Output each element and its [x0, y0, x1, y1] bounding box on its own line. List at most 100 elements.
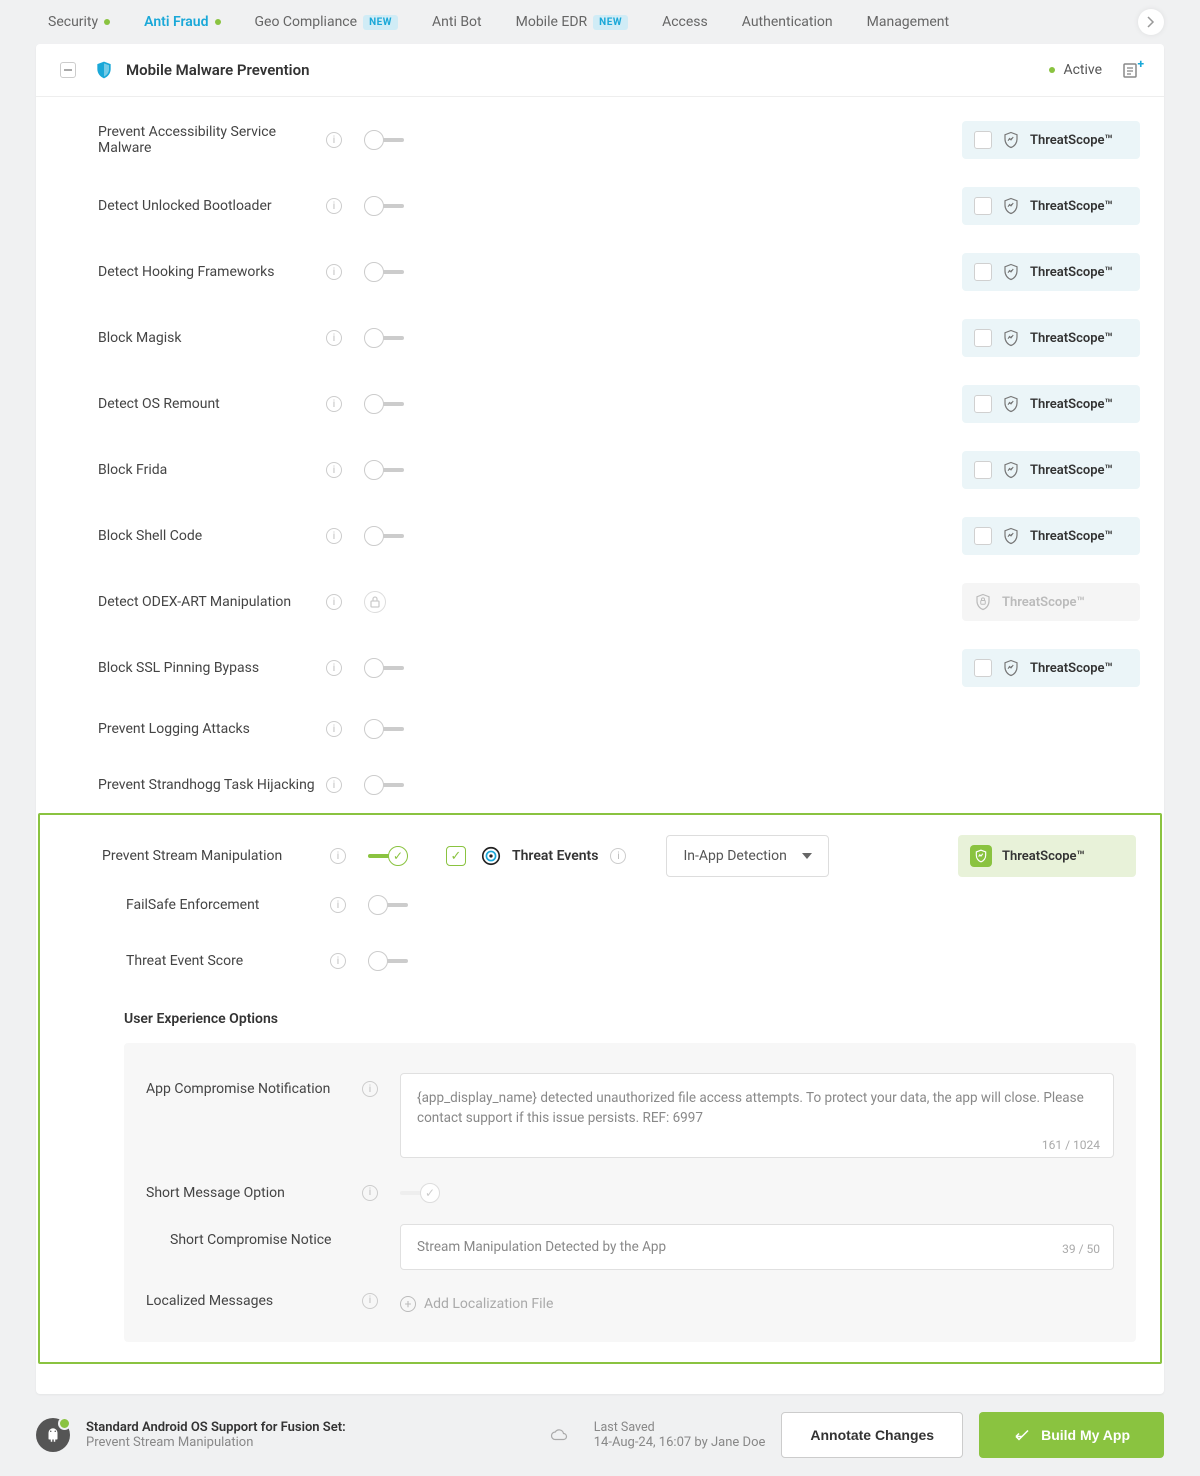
threatscope-checkbox[interactable] — [974, 197, 992, 215]
toggle-switch[interactable] — [400, 1182, 440, 1204]
uxo-title: User Experience Options — [40, 989, 1160, 1033]
add-localization-button[interactable]: + Add Localization File — [400, 1290, 553, 1312]
info-icon[interactable]: i — [326, 528, 342, 544]
expanded-setting: Prevent Stream Manipulation i Threat Eve… — [38, 813, 1162, 1364]
threatscope-checkbox[interactable] — [974, 461, 992, 479]
info-icon[interactable]: i — [326, 198, 342, 214]
status-dot-icon — [104, 19, 110, 25]
log-settings-button[interactable]: + — [1122, 61, 1140, 79]
shield-chart-icon — [1002, 527, 1020, 545]
threat-events-label: Threat Events — [512, 848, 598, 864]
info-icon[interactable]: i — [326, 660, 342, 676]
uxo-box: App Compromise Notification i 161 / 1024… — [124, 1043, 1136, 1342]
notification-textarea[interactable] — [400, 1073, 1114, 1158]
info-icon[interactable]: i — [362, 1293, 378, 1309]
setting-label: Detect ODEX-ART Manipulation — [98, 594, 326, 610]
toggle-switch[interactable] — [364, 261, 404, 283]
threatscope-checkbox[interactable] — [974, 263, 992, 281]
panel-title: Mobile Malware Prevention — [126, 61, 1049, 79]
threatscope-chip: ThreatScope™ — [962, 385, 1140, 423]
threatscope-checkbox[interactable] — [974, 131, 992, 149]
setting-label: Detect OS Remount — [98, 396, 326, 412]
info-icon[interactable]: i — [326, 777, 342, 793]
uxo-label: Short Compromise Notice — [146, 1224, 362, 1248]
status-active: Active — [1049, 62, 1102, 78]
expanded-head: Prevent Stream Manipulation i Threat Eve… — [40, 835, 1160, 877]
toggle-switch[interactable] — [368, 845, 408, 867]
setting-row: Detect Unlocked Bootloader i ThreatScope… — [36, 173, 1164, 239]
collapse-button[interactable] — [60, 62, 76, 78]
setting-row: Block Frida i ThreatScope™ — [36, 437, 1164, 503]
threatscope-chip: ThreatScope™ — [962, 253, 1140, 291]
threatscope-checkbox[interactable] — [974, 527, 992, 545]
info-icon[interactable]: i — [326, 721, 342, 737]
setting-label: Detect Unlocked Bootloader — [98, 198, 326, 214]
detection-mode-select[interactable]: In-App Detection — [666, 835, 829, 877]
threatscope-checkbox[interactable] — [974, 395, 992, 413]
toggle-switch[interactable] — [364, 195, 404, 217]
info-icon[interactable]: i — [326, 330, 342, 346]
info-icon[interactable]: i — [326, 594, 342, 610]
caret-down-icon — [802, 853, 812, 859]
toggle-switch[interactable] — [364, 393, 404, 415]
shield-icon — [94, 60, 114, 80]
info-icon[interactable]: i — [326, 264, 342, 280]
threatscope-chip-active[interactable]: ThreatScope™ — [958, 835, 1136, 877]
tabs-scroll-right[interactable] — [1138, 9, 1164, 35]
setting-label: Block Shell Code — [98, 528, 326, 544]
android-icon — [44, 1426, 62, 1444]
toggle-switch[interactable] — [364, 129, 404, 151]
threatscope-chip-disabled: ThreatScope™ — [962, 583, 1140, 621]
tab-authentication[interactable]: Authentication — [742, 14, 833, 30]
plus-icon: + — [400, 1296, 416, 1312]
info-icon[interactable]: i — [330, 897, 346, 913]
tab-access[interactable]: Access — [662, 14, 708, 30]
annotate-changes-button[interactable]: Annotate Changes — [781, 1412, 963, 1458]
threatscope-chip: ThreatScope™ — [962, 649, 1140, 687]
info-icon[interactable]: i — [330, 953, 346, 969]
info-icon[interactable]: i — [326, 132, 342, 148]
cloud-icon — [550, 1426, 568, 1444]
tab-security[interactable]: Security — [48, 14, 110, 30]
toggle-switch[interactable] — [364, 718, 404, 740]
tab-geo-compliance[interactable]: Geo ComplianceNEW — [255, 14, 399, 30]
toggle-switch[interactable] — [364, 327, 404, 349]
build-icon — [1013, 1426, 1031, 1444]
setting-label: Detect Hooking Frameworks — [98, 264, 326, 280]
info-icon[interactable]: i — [326, 396, 342, 412]
toggle-switch[interactable] — [368, 950, 408, 972]
toggle-switch[interactable] — [364, 525, 404, 547]
uxo-label: App Compromise Notification — [146, 1073, 362, 1097]
tab-anti-fraud[interactable]: Anti Fraud — [144, 14, 220, 30]
shield-chart-icon — [1002, 395, 1020, 413]
build-app-button[interactable]: Build My App — [979, 1412, 1164, 1458]
footer-bar: Standard Android OS Support for Fusion S… — [0, 1394, 1200, 1476]
threatscope-chip: ThreatScope™ — [962, 451, 1140, 489]
new-badge: NEW — [593, 15, 628, 30]
tab-management[interactable]: Management — [867, 14, 949, 30]
info-icon[interactable]: i — [610, 848, 626, 864]
setting-row: Block SSL Pinning Bypass i ThreatScope™ — [36, 635, 1164, 701]
toggle-switch[interactable] — [368, 894, 408, 916]
threatscope-checkbox[interactable] — [974, 329, 992, 347]
shield-chart-icon — [1002, 197, 1020, 215]
tab-anti-bot[interactable]: Anti Bot — [432, 14, 482, 30]
setting-label: Prevent Stream Manipulation — [102, 848, 330, 864]
info-icon[interactable]: i — [330, 848, 346, 864]
shield-chart-icon — [1002, 659, 1020, 677]
threat-events-checkbox[interactable] — [446, 846, 466, 866]
tab-mobile-edr[interactable]: Mobile EDRNEW — [516, 14, 628, 30]
toggle-switch[interactable] — [364, 774, 404, 796]
info-icon[interactable]: i — [362, 1185, 378, 1201]
settings-panel: Mobile Malware Prevention Active + Preve… — [36, 44, 1164, 1394]
threatscope-checkbox[interactable] — [974, 659, 992, 677]
footer-text: Standard Android OS Support for Fusion S… — [86, 1420, 346, 1450]
setting-label: Block Frida — [98, 462, 326, 478]
setting-label: Prevent Logging Attacks — [98, 721, 326, 737]
info-icon[interactable]: i — [362, 1081, 378, 1097]
short-notice-input[interactable] — [400, 1224, 1114, 1270]
status-dot-icon — [215, 19, 221, 25]
toggle-switch[interactable] — [364, 657, 404, 679]
info-icon[interactable]: i — [326, 462, 342, 478]
toggle-switch[interactable] — [364, 459, 404, 481]
